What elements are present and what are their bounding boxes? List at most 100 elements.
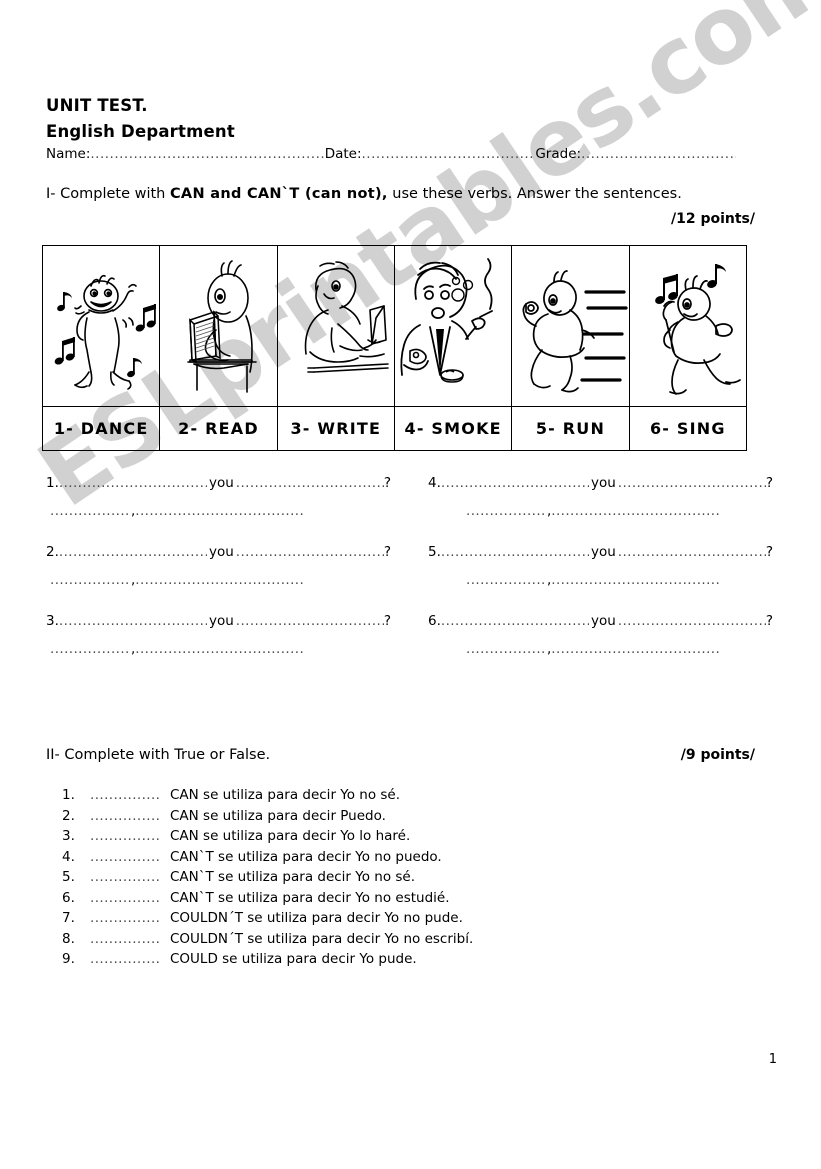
answer-blank-3a[interactable]: .................... [50, 641, 131, 657]
question-blank-3b[interactable]: ........................................… [236, 613, 384, 629]
verb-label-write: 3- WRITE [276, 406, 395, 451]
question-line-3: 3. .....................................… [46, 613, 391, 641]
answer-line-1: .................... , .................… [46, 503, 305, 531]
tf-blank-5[interactable]: ............... [84, 869, 170, 885]
list-item: 9. ............... COULD se utiliza para… [62, 951, 702, 972]
grade-label: Grade: [535, 146, 582, 162]
verb-label-read: 2- READ [159, 406, 278, 451]
question-mark-4: ? [765, 475, 773, 491]
question-blank-2a[interactable]: ........................................… [59, 544, 207, 560]
list-item: 5. ............... CAN`T se utiliza para… [62, 869, 702, 890]
tf-blank-8[interactable]: ............... [84, 931, 170, 947]
answer-line-6: .................... , .................… [428, 641, 721, 669]
answer-blank-1a[interactable]: .................... [50, 503, 131, 519]
grade-blank[interactable]: ........................................… [581, 146, 736, 162]
tf-text-3: CAN se utiliza para decir Yo lo haré. [170, 828, 411, 844]
question-blank-2b[interactable]: ........................................… [236, 544, 384, 560]
section-one-instruction: I- Complete with CAN and CAN`T (can not)… [46, 186, 682, 202]
item-number-2: 2. [46, 544, 59, 560]
smoking-person-icon [395, 255, 511, 397]
tf-blank-2[interactable]: ............... [84, 808, 170, 824]
question-blank-1a[interactable]: ........................................… [59, 475, 207, 491]
tf-blank-3[interactable]: ............... [84, 828, 170, 844]
tf-text-2: CAN se utiliza para decir Puedo. [170, 807, 386, 824]
answer-blank-5a[interactable]: .................... [466, 572, 547, 588]
verb-picture-table: 1- DANCE 2- READ 3- WRITE 4- SMOKE 5- RU… [41, 245, 748, 451]
running-person-icon [512, 256, 628, 396]
question-blank-1b[interactable]: ........................................… [236, 475, 384, 491]
tf-number-8: 8. [62, 930, 75, 947]
question-blank-5b[interactable]: ........................................… [618, 544, 766, 560]
question-line-2: 2. .....................................… [46, 544, 391, 572]
tf-blank-7[interactable]: ............... [84, 910, 170, 926]
tf-blank-1[interactable]: ............... [84, 787, 170, 803]
name-label: Name: [46, 146, 91, 162]
answer-line-3: .................... , .................… [46, 641, 305, 669]
question-mark-1: ? [383, 475, 391, 491]
label-row: 1- DANCE 2- READ 3- WRITE 4- SMOKE 5- RU… [41, 406, 748, 451]
answer-blank-4a[interactable]: .................... [466, 503, 547, 519]
list-item: 2. ............... CAN se utiliza para d… [62, 808, 702, 829]
answer-blank-4b[interactable]: ........................................… [551, 503, 721, 519]
answer-blank-2b[interactable]: ........................................… [135, 572, 305, 588]
student-info-line: Name: ..................................… [46, 146, 736, 162]
reading-person-icon [160, 256, 276, 396]
question-blank-4a[interactable]: ........................................… [441, 475, 589, 491]
question-line-6: 6. .....................................… [428, 613, 773, 641]
picture-row [41, 245, 748, 407]
answer-blank-2a[interactable]: .................... [50, 572, 131, 588]
section-one-suffix: use these verbs. Answer the sentences. [387, 186, 682, 202]
dancing-person-icon [43, 256, 159, 396]
section-one-bold: CAN and CAN`T (can not), [169, 186, 388, 202]
answer-blank-6a[interactable]: .................... [466, 641, 547, 657]
question-blank-4b[interactable]: ........................................… [618, 475, 766, 491]
question-line-4: 4. .....................................… [428, 475, 773, 503]
true-false-list: 1. ............... CAN se utiliza para d… [62, 787, 702, 972]
picture-cell-write [276, 245, 395, 407]
list-item: 6. ............... CAN`T se utiliza para… [62, 890, 702, 911]
tf-text-7: COULDN´T se utiliza para decir Yo no pud… [170, 910, 463, 926]
item-number-1: 1. [46, 475, 59, 491]
date-blank[interactable]: ........................................… [362, 146, 536, 162]
tf-number-6: 6. [62, 889, 75, 906]
verb-label-smoke: 4- SMOKE [393, 406, 513, 451]
tf-number-3: 3. [62, 828, 75, 844]
question-blank-6b[interactable]: ........................................… [618, 613, 766, 629]
page-number: 1 [768, 1052, 777, 1067]
verb-label-sing: 6- SING [628, 406, 748, 451]
verb-label-run: 5- RUN [511, 406, 630, 451]
section-two-points: /9 points/ [680, 747, 755, 763]
tf-blank-4[interactable]: ............... [84, 849, 170, 865]
item-number-3: 3. [46, 613, 59, 629]
answer-line-5: .................... , .................… [428, 572, 721, 600]
picture-cell-dance [41, 245, 161, 407]
answer-block-5: 5. .....................................… [428, 544, 773, 600]
answer-blank-5b[interactable]: ........................................… [551, 572, 721, 588]
question-blank-3a[interactable]: ........................................… [59, 613, 207, 629]
tf-text-8: COULDN´T se utiliza para decir Yo no esc… [170, 930, 474, 947]
question-line-1: 1. .....................................… [46, 475, 391, 503]
you-word-1: you [208, 475, 234, 491]
answer-blank-1b[interactable]: ........................................… [135, 503, 305, 519]
answer-blank-6b[interactable]: ........................................… [551, 641, 721, 657]
tf-number-7: 7. [62, 910, 75, 926]
answer-line-4: .................... , .................… [428, 503, 721, 531]
tf-blank-6[interactable]: ............... [84, 890, 170, 906]
name-blank[interactable]: ........................................… [90, 146, 324, 162]
question-blank-6a[interactable]: ........................................… [441, 613, 589, 629]
writing-person-icon [278, 256, 394, 396]
tf-number-5: 5. [62, 869, 75, 885]
section-two-instruction: II- Complete with True or False. [46, 747, 271, 763]
list-item: 4. ............... CAN`T se utiliza para… [62, 849, 702, 870]
tf-text-6: CAN`T se utiliza para decir Yo no estudi… [170, 889, 450, 906]
you-word-6: you [590, 613, 616, 629]
answer-block-1: 1. .....................................… [46, 475, 391, 531]
question-blank-5a[interactable]: ........................................… [441, 544, 589, 560]
tf-blank-9[interactable]: ............... [84, 951, 170, 967]
answer-line-2: .................... , .................… [46, 572, 305, 600]
answer-block-2: 2. .....................................… [46, 544, 391, 600]
answer-blank-3b[interactable]: ........................................… [135, 641, 305, 657]
section-one-points: /12 points/ [670, 211, 755, 227]
question-mark-5: ? [765, 544, 773, 560]
answer-column-right: 4. .....................................… [428, 475, 773, 682]
